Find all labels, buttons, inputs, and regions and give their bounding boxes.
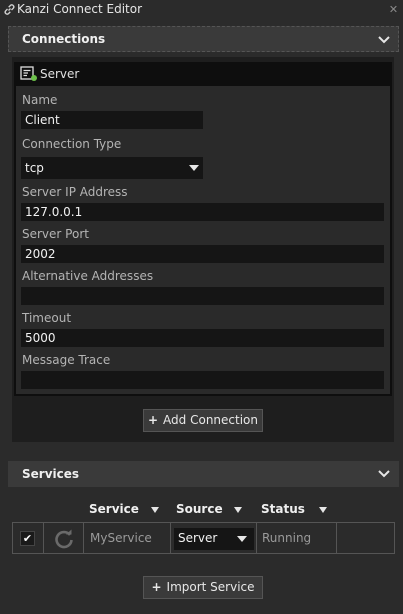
message-trace-label: Message Trace xyxy=(22,353,111,367)
source-value: Server xyxy=(178,531,218,545)
timeout-label: Timeout xyxy=(22,311,72,325)
service-name: MyService xyxy=(90,531,152,545)
service-enabled-checkbox[interactable]: ✔ xyxy=(20,531,35,546)
refresh-icon[interactable] xyxy=(53,528,75,550)
alternative-addresses-field[interactable] xyxy=(21,287,384,305)
column-status[interactable]: Status xyxy=(261,502,305,516)
server-port-field[interactable]: 2002 xyxy=(21,245,384,263)
link-icon xyxy=(4,4,15,15)
sort-arrow-icon[interactable] xyxy=(319,507,327,513)
cell-divider xyxy=(43,523,44,553)
column-source[interactable]: Source xyxy=(176,502,223,516)
chevron-down-icon[interactable] xyxy=(377,468,391,480)
server-port-label: Server Port xyxy=(22,227,89,241)
cell-divider xyxy=(170,523,171,553)
dropdown-arrow-icon[interactable] xyxy=(237,536,247,542)
server-ip-label: Server IP Address xyxy=(22,185,128,199)
connection-type-label: Connection Type xyxy=(22,137,122,151)
window-title: Kanzi Connect Editor xyxy=(17,2,143,16)
column-service[interactable]: Service xyxy=(89,502,139,516)
cell-divider xyxy=(256,523,257,553)
connections-title: Connections xyxy=(22,32,106,46)
close-icon[interactable]: ✕ xyxy=(386,2,401,17)
plus-icon: + xyxy=(147,413,159,427)
service-status: Running xyxy=(262,531,312,545)
connection-type-value: tcp xyxy=(25,161,44,175)
dropdown-arrow-icon[interactable] xyxy=(189,165,199,171)
add-connection-button[interactable]: + Add Connection xyxy=(143,409,263,432)
sort-arrow-icon[interactable] xyxy=(234,507,242,513)
plus-icon: + xyxy=(151,580,162,594)
cell-divider xyxy=(336,523,337,553)
timeout-field[interactable]: 5000 xyxy=(21,329,384,347)
import-service-label: Import Service xyxy=(166,580,255,594)
import-service-button[interactable]: + Import Service xyxy=(143,576,263,599)
chevron-down-icon[interactable] xyxy=(377,34,391,46)
cell-divider xyxy=(83,523,84,553)
connection-type-select[interactable]: tcp xyxy=(21,157,203,179)
server-ip-field[interactable]: 127.0.0.1 xyxy=(21,203,384,221)
message-trace-field[interactable] xyxy=(21,371,384,389)
alternative-addresses-label: Alternative Addresses xyxy=(22,269,154,283)
sort-arrow-icon[interactable] xyxy=(151,507,159,513)
name-label: Name xyxy=(22,93,58,107)
server-label: Server xyxy=(40,67,80,81)
status-dot xyxy=(31,75,37,81)
add-connection-label: Add Connection xyxy=(163,413,258,427)
name-field[interactable]: Client xyxy=(21,111,203,129)
services-title: Services xyxy=(22,467,80,481)
